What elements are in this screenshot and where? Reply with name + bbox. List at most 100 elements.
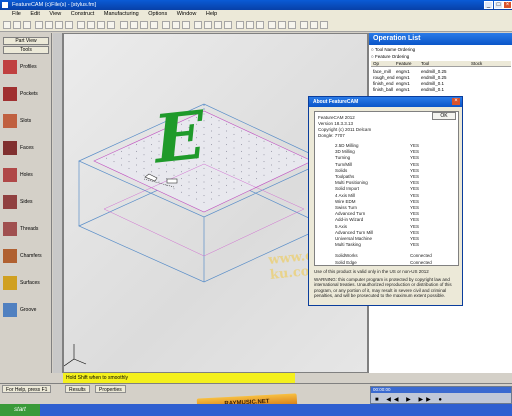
- grid-dot: [218, 167, 220, 169]
- grid-dot: [241, 150, 242, 152]
- toolbar-button[interactable]: [278, 21, 286, 29]
- app-icon: [2, 2, 8, 8]
- part-view-button[interactable]: Part View: [3, 37, 49, 45]
- toolbar-button[interactable]: [246, 21, 254, 29]
- toolbar-button[interactable]: [162, 21, 170, 29]
- operation-op: rough_end: [373, 75, 395, 80]
- grid-dot: [226, 144, 227, 146]
- toolbar-button[interactable]: [140, 21, 148, 29]
- menu-view[interactable]: View: [49, 11, 61, 17]
- grid-dot: [286, 150, 287, 152]
- toolbar-button[interactable]: [268, 21, 276, 29]
- toolbar-button[interactable]: [150, 21, 158, 29]
- toolbar-button[interactable]: [13, 21, 21, 29]
- toolbar-button[interactable]: [35, 21, 43, 29]
- grid-dot: [218, 195, 220, 197]
- feature-holes[interactable]: Holes: [3, 166, 49, 186]
- dialog-close-button[interactable]: ×: [452, 98, 460, 105]
- grid-dot: [226, 184, 227, 186]
- toolbar-button[interactable]: [194, 21, 202, 29]
- profile-icon: [3, 60, 17, 74]
- toolbar-button[interactable]: [224, 21, 232, 29]
- tools-button[interactable]: Tools: [3, 46, 49, 54]
- groove-icon: [3, 303, 17, 317]
- toolbar-button[interactable]: [256, 21, 264, 29]
- menu-help[interactable]: Help: [206, 11, 217, 17]
- menu-bar: File Edit View Construct Manufacturing O…: [0, 10, 512, 19]
- toolbar-button[interactable]: [3, 21, 11, 29]
- window-title: FeatureCAM (c)File(s) - [stylus.fm]: [12, 2, 97, 8]
- grid-dot: [256, 171, 257, 173]
- tab-properties[interactable]: Properties: [95, 385, 126, 393]
- feature-faces[interactable]: Faces: [3, 139, 49, 159]
- maximize-button[interactable]: □: [494, 1, 503, 9]
- grid-dot: [188, 181, 190, 183]
- tab-results[interactable]: Results: [65, 385, 90, 393]
- license-value: YES: [410, 211, 420, 217]
- feature-sides[interactable]: Sides: [3, 193, 49, 213]
- grid-dot: [151, 150, 152, 152]
- grid-dot: [233, 188, 235, 190]
- toolbar-button[interactable]: [107, 21, 115, 29]
- grid-dot: [241, 157, 242, 159]
- grid-dot: [196, 198, 197, 200]
- minimize-button[interactable]: _: [484, 1, 493, 9]
- ok-button[interactable]: OK: [432, 112, 456, 120]
- toolbar-button[interactable]: [320, 21, 328, 29]
- toolbar-button[interactable]: [310, 21, 318, 29]
- grid-dot: [211, 123, 212, 125]
- toolbar-button[interactable]: [182, 21, 190, 29]
- menu-options[interactable]: Options: [148, 11, 167, 17]
- grid-dot: [248, 181, 250, 183]
- media-player: 00:00:00 ■ ◀◀ ▶ ▶▶ ●: [370, 386, 512, 404]
- player-controls[interactable]: ■ ◀◀ ▶ ▶▶ ●: [375, 396, 445, 403]
- toolbar-button[interactable]: [87, 21, 95, 29]
- license-name: Wire EDM: [335, 198, 356, 204]
- license-name: Advanced Turn: [335, 211, 366, 217]
- toolbar-button[interactable]: [288, 21, 296, 29]
- ordering-option-tool[interactable]: ○ Tool Name Ordering: [371, 47, 415, 52]
- menu-manufacturing[interactable]: Manufacturing: [104, 11, 139, 17]
- toolbar-button[interactable]: [65, 21, 73, 29]
- grid-dot: [196, 184, 197, 186]
- toolbar-button[interactable]: [204, 21, 212, 29]
- grid-dot: [136, 144, 137, 146]
- toolbar-button[interactable]: [23, 21, 31, 29]
- toolbar-button[interactable]: [130, 21, 138, 29]
- ordering-option-feature[interactable]: ○ Feature Ordering: [371, 54, 409, 59]
- grid-dot: [226, 191, 227, 193]
- grid-dot: [128, 154, 130, 156]
- grid-dot: [241, 144, 242, 146]
- menu-edit[interactable]: Edit: [30, 11, 39, 17]
- toolbar-button[interactable]: [45, 21, 53, 29]
- toolbar-button[interactable]: [300, 21, 308, 29]
- toolbar-button[interactable]: [214, 21, 222, 29]
- grid-dot: [263, 154, 265, 156]
- about-dialog-body: FeatureCAM 2012 Version 18.3.3.13 Copyri…: [314, 111, 459, 266]
- toolbar-button[interactable]: [77, 21, 85, 29]
- toolbar-button[interactable]: [97, 21, 105, 29]
- menu-construct[interactable]: Construct: [71, 11, 95, 17]
- feature-pockets[interactable]: Pockets: [3, 85, 49, 105]
- menu-file[interactable]: File: [12, 11, 21, 17]
- feature-slots[interactable]: Slots: [3, 112, 49, 132]
- feature-surfaces[interactable]: Surfaces: [3, 274, 49, 294]
- menu-window[interactable]: Window: [177, 11, 197, 17]
- grid-dot: [293, 161, 295, 163]
- feature-chamfers[interactable]: Chamfers: [3, 247, 49, 267]
- feature-groove[interactable]: Groove: [3, 301, 49, 321]
- feature-profiles[interactable]: Profiles: [3, 58, 49, 78]
- feature-label: Surfaces: [20, 280, 40, 286]
- start-button[interactable]: start: [0, 404, 40, 416]
- feature-threads[interactable]: Threads: [3, 220, 49, 240]
- grid-dot: [248, 174, 250, 176]
- toolbar-button[interactable]: [55, 21, 63, 29]
- toolbar-button[interactable]: [172, 21, 180, 29]
- license-name: Turn/Mill: [335, 161, 353, 167]
- license-name: Toolpaths: [335, 174, 355, 179]
- grid-dot: [203, 161, 205, 163]
- license-name: Universal Machine: [335, 236, 373, 241]
- toolbar-button[interactable]: [236, 21, 244, 29]
- toolbar-button[interactable]: [120, 21, 128, 29]
- close-button[interactable]: ×: [503, 1, 512, 9]
